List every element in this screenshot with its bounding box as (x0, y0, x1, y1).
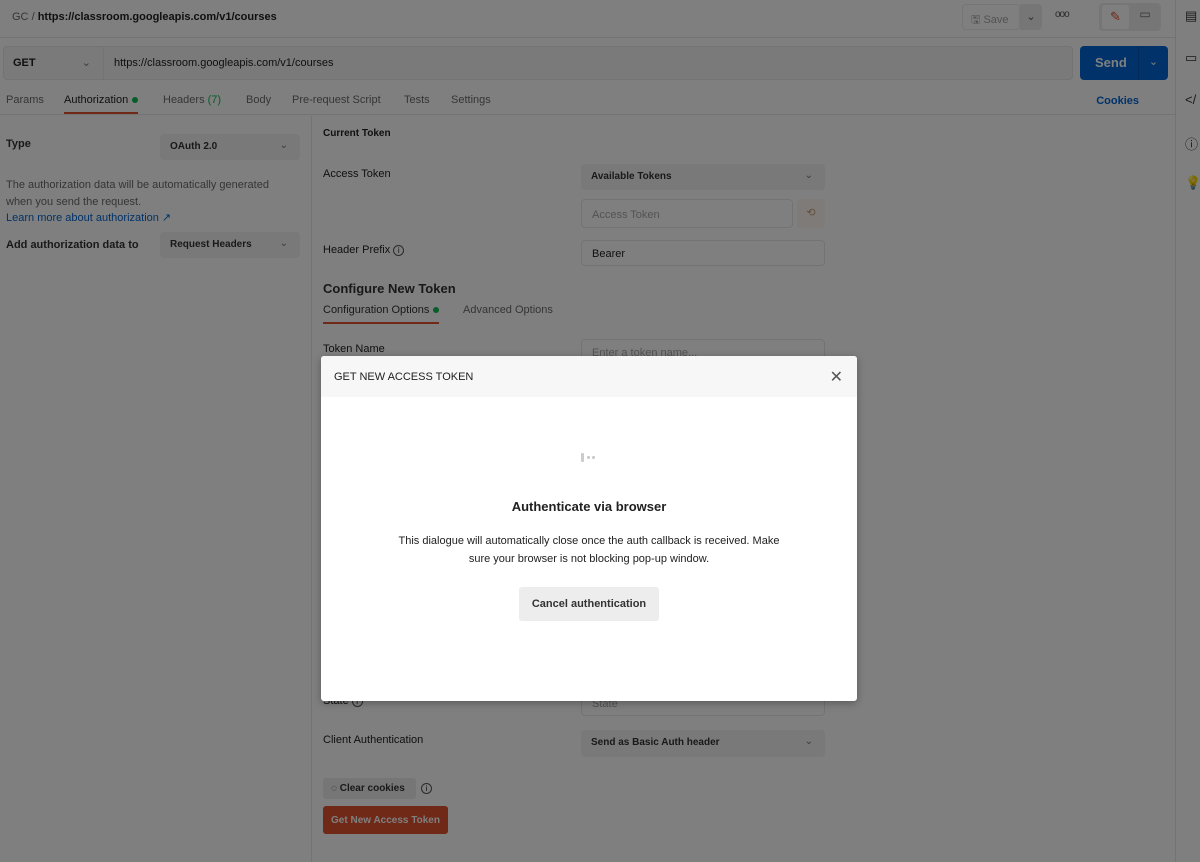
dialog-title: GET NEW ACCESS TOKEN (334, 371, 474, 383)
dialog-heading: Authenticate via browser (511, 499, 667, 514)
get-new-access-token-dialog: GET NEW ACCESS TOKEN ✕ Authenticate via … (321, 356, 857, 701)
loading-spinner-icon (581, 453, 601, 463)
close-icon[interactable]: ✕ (830, 367, 843, 387)
dialog-header: GET NEW ACCESS TOKEN ✕ (321, 356, 857, 397)
dialog-message: This dialogue will automatically close o… (398, 535, 780, 565)
cancel-authentication-button[interactable]: Cancel authentication (519, 587, 659, 621)
